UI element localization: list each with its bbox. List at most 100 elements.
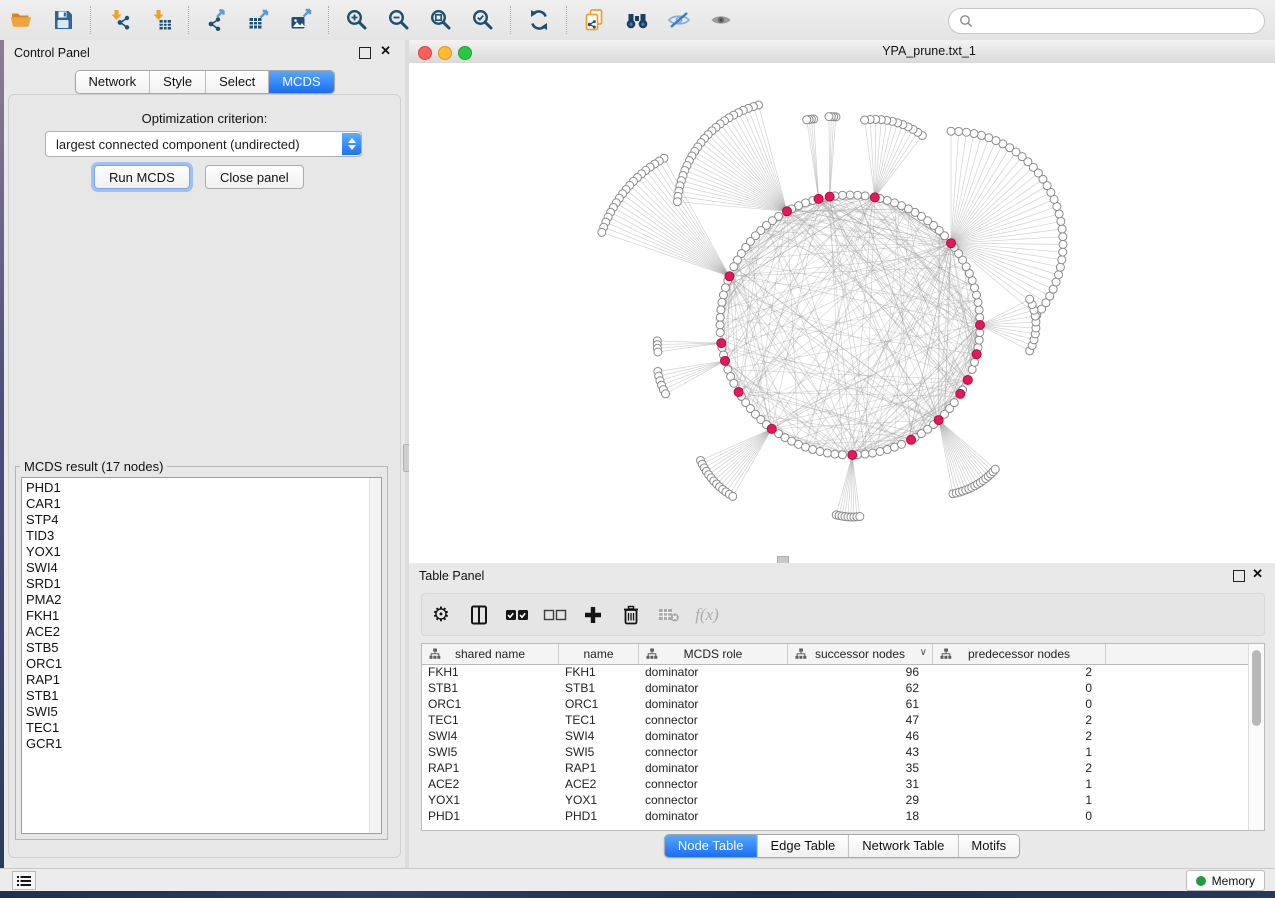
- network-node[interactable]: [1058, 256, 1066, 264]
- network-edge[interactable]: [951, 157, 1022, 244]
- table-scrollbar-thumb[interactable]: [1252, 650, 1261, 726]
- close-window-traffic-light[interactable]: [418, 46, 432, 60]
- network-edge[interactable]: [951, 173, 1038, 243]
- network-graph[interactable]: [409, 63, 1275, 563]
- mcds-node[interactable]: [725, 272, 734, 281]
- mcds-node[interactable]: [934, 416, 943, 425]
- create-column-button[interactable]: [574, 600, 612, 630]
- network-node[interactable]: [1059, 240, 1067, 248]
- network-edge[interactable]: [951, 186, 1047, 244]
- network-node[interactable]: [718, 298, 726, 306]
- network-node[interactable]: [991, 465, 999, 473]
- network-node[interactable]: [977, 131, 985, 139]
- table-scrollbar[interactable]: [1248, 644, 1264, 830]
- float-window-icon[interactable]: [359, 47, 371, 59]
- network-edge[interactable]: [655, 164, 730, 276]
- network-edge[interactable]: [637, 178, 729, 277]
- network-canvas[interactable]: [409, 63, 1275, 564]
- float-window-icon[interactable]: [1233, 570, 1245, 582]
- network-edge[interactable]: [606, 222, 730, 276]
- run-mcds-button[interactable]: Run MCDS: [94, 165, 190, 189]
- mcds-node[interactable]: [972, 350, 981, 359]
- network-node[interactable]: [598, 228, 606, 236]
- import-network-button[interactable]: [102, 4, 136, 36]
- network-node[interactable]: [831, 450, 839, 458]
- network-edge[interactable]: [660, 361, 725, 381]
- network-edge[interactable]: [646, 170, 730, 276]
- network-node[interactable]: [971, 358, 979, 366]
- mcds-result-listbox[interactable]: PHD1CAR1STP4TID3YOX1SWI4SRD1PMA2FKH1ACE2…: [21, 477, 382, 834]
- mcds-result-item[interactable]: SWI5: [22, 704, 369, 720]
- zoom-fit-button[interactable]: [424, 4, 458, 36]
- network-node[interactable]: [662, 390, 670, 398]
- network-edge[interactable]: [875, 129, 913, 197]
- mcds-node[interactable]: [782, 207, 791, 216]
- network-node[interactable]: [729, 492, 737, 500]
- mcds-node[interactable]: [976, 321, 985, 330]
- network-edge[interactable]: [939, 420, 989, 476]
- mcds-node[interactable]: [814, 194, 823, 203]
- network-edge[interactable]: [939, 420, 993, 472]
- search-input[interactable]: [979, 13, 1254, 29]
- network-node[interactable]: [861, 116, 869, 124]
- network-node[interactable]: [717, 306, 725, 314]
- maximize-window-traffic-light[interactable]: [458, 46, 472, 60]
- network-node[interactable]: [861, 450, 869, 458]
- mcds-result-item[interactable]: SWI4: [22, 560, 369, 576]
- tab-edge-table[interactable]: Edge Table: [757, 835, 849, 857]
- table-row[interactable]: STB1STB1dominator620: [422, 680, 1249, 696]
- network-node[interactable]: [721, 284, 729, 292]
- network-node[interactable]: [861, 192, 869, 200]
- mcds-node[interactable]: [767, 424, 776, 433]
- search-box[interactable]: [948, 8, 1265, 34]
- import-table-button[interactable]: [144, 4, 178, 36]
- network-edge[interactable]: [623, 194, 730, 276]
- mcds-result-item[interactable]: RAP1: [22, 672, 369, 688]
- network-node[interactable]: [972, 291, 980, 299]
- network-edge[interactable]: [870, 120, 875, 198]
- network-node[interactable]: [1056, 263, 1064, 271]
- network-node[interactable]: [1055, 210, 1063, 218]
- table-settings-button[interactable]: ⚙: [422, 600, 460, 630]
- network-node[interactable]: [716, 321, 724, 329]
- network-edge[interactable]: [722, 302, 978, 347]
- network-edge[interactable]: [875, 120, 887, 197]
- network-node[interactable]: [1059, 248, 1067, 256]
- find-button[interactable]: [620, 4, 654, 36]
- mcds-node[interactable]: [734, 387, 743, 396]
- network-node[interactable]: [803, 116, 811, 124]
- column-header-successor-nodes[interactable]: successor nodes∨: [788, 644, 933, 664]
- network-node[interactable]: [846, 191, 854, 199]
- network-node[interactable]: [1058, 225, 1066, 233]
- show-panels-button[interactable]: [12, 871, 36, 890]
- network-node[interactable]: [854, 191, 862, 199]
- table-row[interactable]: SWI4SWI4dominator462: [422, 728, 1249, 744]
- network-edge[interactable]: [939, 420, 978, 484]
- network-node[interactable]: [1054, 271, 1062, 279]
- mcds-node[interactable]: [947, 239, 956, 248]
- column-menu-chevron-icon[interactable]: ∨: [920, 647, 927, 658]
- table-row[interactable]: PHD1PHD1dominator180: [422, 808, 1249, 824]
- listbox-scrollbar[interactable]: [369, 478, 381, 833]
- memory-button[interactable]: Memory: [1186, 870, 1265, 891]
- network-edge[interactable]: [725, 209, 908, 361]
- network-edge[interactable]: [619, 198, 729, 276]
- delete-table-button[interactable]: [650, 600, 688, 630]
- table-row[interactable]: YOX1YOX1connector291: [422, 792, 1249, 808]
- mcds-node[interactable]: [963, 375, 972, 384]
- network-node[interactable]: [716, 329, 724, 337]
- network-node[interactable]: [730, 379, 738, 387]
- mcds-node[interactable]: [825, 192, 834, 201]
- network-edge[interactable]: [980, 305, 1032, 325]
- table-row[interactable]: ACE2ACE2connector311: [422, 776, 1249, 792]
- network-node[interactable]: [730, 263, 738, 271]
- zoom-out-button[interactable]: [382, 4, 416, 36]
- mcds-result-item[interactable]: GCR1: [22, 736, 369, 752]
- tab-select[interactable]: Select: [206, 71, 269, 93]
- network-node[interactable]: [876, 447, 884, 455]
- network-node[interactable]: [985, 134, 993, 142]
- delete-column-button[interactable]: [612, 600, 650, 630]
- network-node[interactable]: [974, 298, 982, 306]
- select-all-columns-button[interactable]: [498, 600, 536, 630]
- mcds-result-item[interactable]: PMA2: [22, 592, 369, 608]
